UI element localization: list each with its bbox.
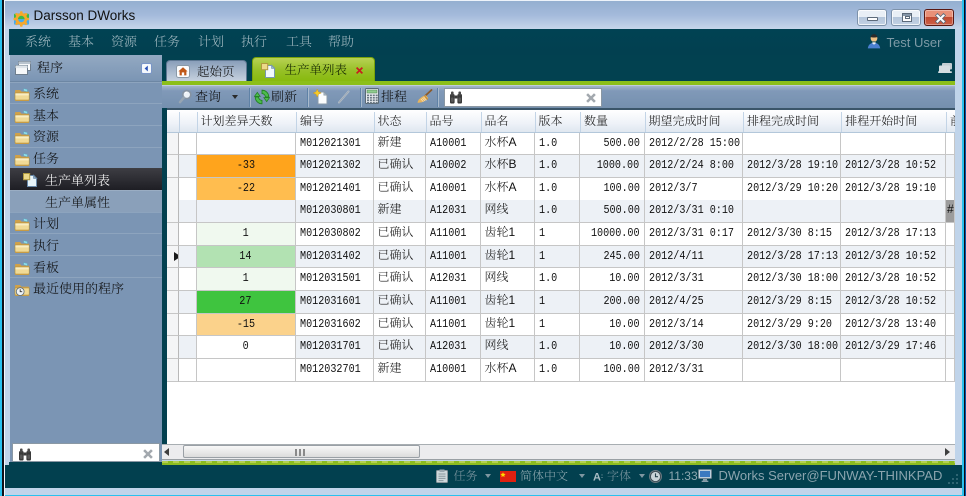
svg-text:A: A [593,472,601,483]
svg-text::: : [601,474,603,480]
